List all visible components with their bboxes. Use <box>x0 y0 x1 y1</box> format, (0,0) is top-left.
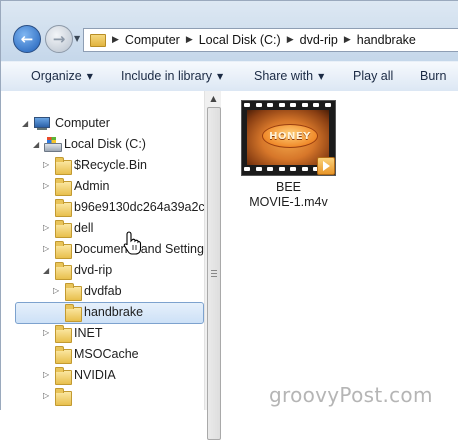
grip-line <box>211 273 217 274</box>
file-name: BEE MOVIE-1.m4v <box>225 180 352 210</box>
tree-item-label: b96e9130dc264a39a2c9 <box>74 200 204 214</box>
media-play-icon <box>317 157 335 175</box>
thumbnail-text: HONEY <box>269 130 311 142</box>
chevron-down-icon: ▼ <box>86 72 93 81</box>
include-in-library-menu[interactable]: Include in library ▼ <box>121 69 223 83</box>
collapsed-chevron-icon[interactable]: ▷ <box>43 370 49 379</box>
watermark: groovyPost.com <box>269 383 433 407</box>
expanded-chevron-icon[interactable]: ◢ <box>22 119 28 128</box>
tree-item-dvd-rip[interactable]: ◢ dvd-rip <box>1 260 204 281</box>
collapsed-chevron-icon[interactable]: ▷ <box>43 391 49 400</box>
organize-menu[interactable]: Organize ▼ <box>31 69 93 83</box>
tree-item-label: $Recycle.Bin <box>74 158 147 172</box>
expanded-chevron-icon[interactable]: ◢ <box>43 266 49 275</box>
tree-item-label: Computer <box>55 116 110 130</box>
grip-line <box>211 270 217 271</box>
file-name-line: MOVIE-1.m4v <box>249 195 328 209</box>
collapsed-chevron-icon[interactable]: ▷ <box>53 286 59 295</box>
folder-icon <box>65 304 82 322</box>
folder-icon <box>55 388 72 406</box>
folder-icon <box>55 325 72 343</box>
tree-item-admin[interactable]: ▷ Admin <box>1 176 204 197</box>
hand-cursor-icon <box>123 231 142 255</box>
collapsed-chevron-icon[interactable]: ▷ <box>43 244 49 253</box>
breadcrumb-dvd-rip[interactable]: dvd-rip <box>300 33 338 47</box>
computer-icon <box>34 117 50 130</box>
tree-item-recycle-bin[interactable]: ▷ $Recycle.Bin <box>1 155 204 176</box>
include-in-library-label: Include in library <box>121 69 213 83</box>
tree-item-label: Local Disk (C:) <box>64 137 146 151</box>
share-with-label: Share with <box>254 69 314 83</box>
tree-item-handbrake[interactable]: handbrake <box>1 302 204 324</box>
tree-item-label: handbrake <box>84 305 144 319</box>
explorer-window: ← → ▼ ▶ Computer ▶ Local Disk (C:) ▶ dvd… <box>0 0 458 440</box>
breadcrumb-separator-icon[interactable]: ▶ <box>344 35 351 45</box>
honey-jar-label: HONEY <box>262 124 318 148</box>
nav-pane-scrollbar[interactable]: ▲ <box>204 91 222 440</box>
tree-item-dvdfab[interactable]: ▷ dvdfab <box>1 281 204 302</box>
play-all-button[interactable]: Play all <box>353 69 393 83</box>
file-list-area: HONEY BEE MOVIE-1.m4v <box>221 91 458 410</box>
command-bar: Organize ▼ Include in library ▼ Share with… <box>1 61 458 92</box>
tree-item-msocache[interactable]: MSOCache <box>1 344 204 365</box>
scroll-up-arrow-icon[interactable]: ▲ <box>205 91 222 107</box>
tree-item-partial[interactable]: ▷ <box>1 386 204 407</box>
folder-icon <box>55 346 72 364</box>
folder-icon <box>55 157 72 175</box>
breadcrumb-separator-icon[interactable]: ▶ <box>287 35 294 45</box>
tree-item-label: INET <box>74 326 103 340</box>
grip-line <box>211 276 217 277</box>
folder-icon <box>55 199 72 217</box>
folder-icon <box>90 33 106 47</box>
address-bar[interactable]: ▶ Computer ▶ Local Disk (C:) ▶ dvd-rip ▶… <box>83 28 458 52</box>
history-dropdown-icon[interactable]: ▼ <box>74 34 80 43</box>
tree-item-label: dvdfab <box>84 284 122 298</box>
local-disk-icon <box>44 137 62 152</box>
expanded-chevron-icon[interactable]: ◢ <box>33 140 39 149</box>
share-with-menu[interactable]: Share with ▼ <box>254 69 324 83</box>
back-arrow-icon: ← <box>20 30 34 48</box>
folder-icon <box>65 283 82 301</box>
tree-item-dell[interactable]: ▷ dell <box>1 218 204 239</box>
back-button[interactable]: ← <box>13 25 41 53</box>
collapsed-chevron-icon[interactable]: ▷ <box>43 181 49 190</box>
file-name-line: BEE <box>275 180 301 194</box>
tree-item-label: Admin <box>74 179 110 193</box>
tree-item-inet[interactable]: ▷ INET <box>1 323 204 344</box>
tree-item-documents-and-settings[interactable]: ▷ Documents and Settings <box>1 239 204 260</box>
tree-item-b96e9130dc264a39a2c9[interactable]: b96e9130dc264a39a2c9 <box>1 197 204 218</box>
tree-item-label: dvd-rip <box>74 263 113 277</box>
folder-icon <box>55 178 72 196</box>
tree-item-computer[interactable]: ◢ Computer <box>1 113 204 134</box>
breadcrumb-local-disk[interactable]: Local Disk (C:) <box>199 33 281 47</box>
forward-button[interactable]: → <box>45 25 73 53</box>
forward-arrow-icon: → <box>52 30 66 48</box>
collapsed-chevron-icon[interactable]: ▷ <box>43 160 49 169</box>
collapsed-chevron-icon[interactable]: ▷ <box>43 223 49 232</box>
breadcrumb-computer[interactable]: Computer <box>125 33 180 47</box>
tree-item-nvidia[interactable]: ▷ NVIDIA <box>1 365 204 386</box>
folder-icon <box>55 241 72 259</box>
scroll-thumb[interactable] <box>207 107 221 440</box>
chevron-down-icon: ▼ <box>217 72 224 81</box>
film-strip-holes <box>244 103 331 108</box>
collapsed-chevron-icon[interactable]: ▷ <box>43 328 49 337</box>
chevron-down-icon: ▼ <box>318 72 325 81</box>
burn-button[interactable]: Burn <box>420 69 446 83</box>
breadcrumb-separator-icon[interactable]: ▶ <box>186 35 193 45</box>
folder-icon <box>55 367 72 385</box>
tree-item-label: dell <box>74 221 94 235</box>
folder-icon <box>55 262 72 280</box>
tree-item-local-disk[interactable]: ◢ Local Disk (C:) <box>1 134 204 155</box>
navigation-pane: ◢ Computer ◢ Local Disk (C:) ▷ $Recycle.… <box>1 91 204 410</box>
tree-item-label: MSOCache <box>74 347 139 361</box>
folder-icon <box>55 220 72 238</box>
address-row: ← → ▼ ▶ Computer ▶ Local Disk (C:) ▶ dvd… <box>1 1 458 61</box>
breadcrumb-handbrake[interactable]: handbrake <box>357 33 416 47</box>
breadcrumb-separator-icon[interactable]: ▶ <box>112 35 119 45</box>
organize-label: Organize <box>31 69 82 83</box>
tree-item-label: NVIDIA <box>74 368 116 382</box>
